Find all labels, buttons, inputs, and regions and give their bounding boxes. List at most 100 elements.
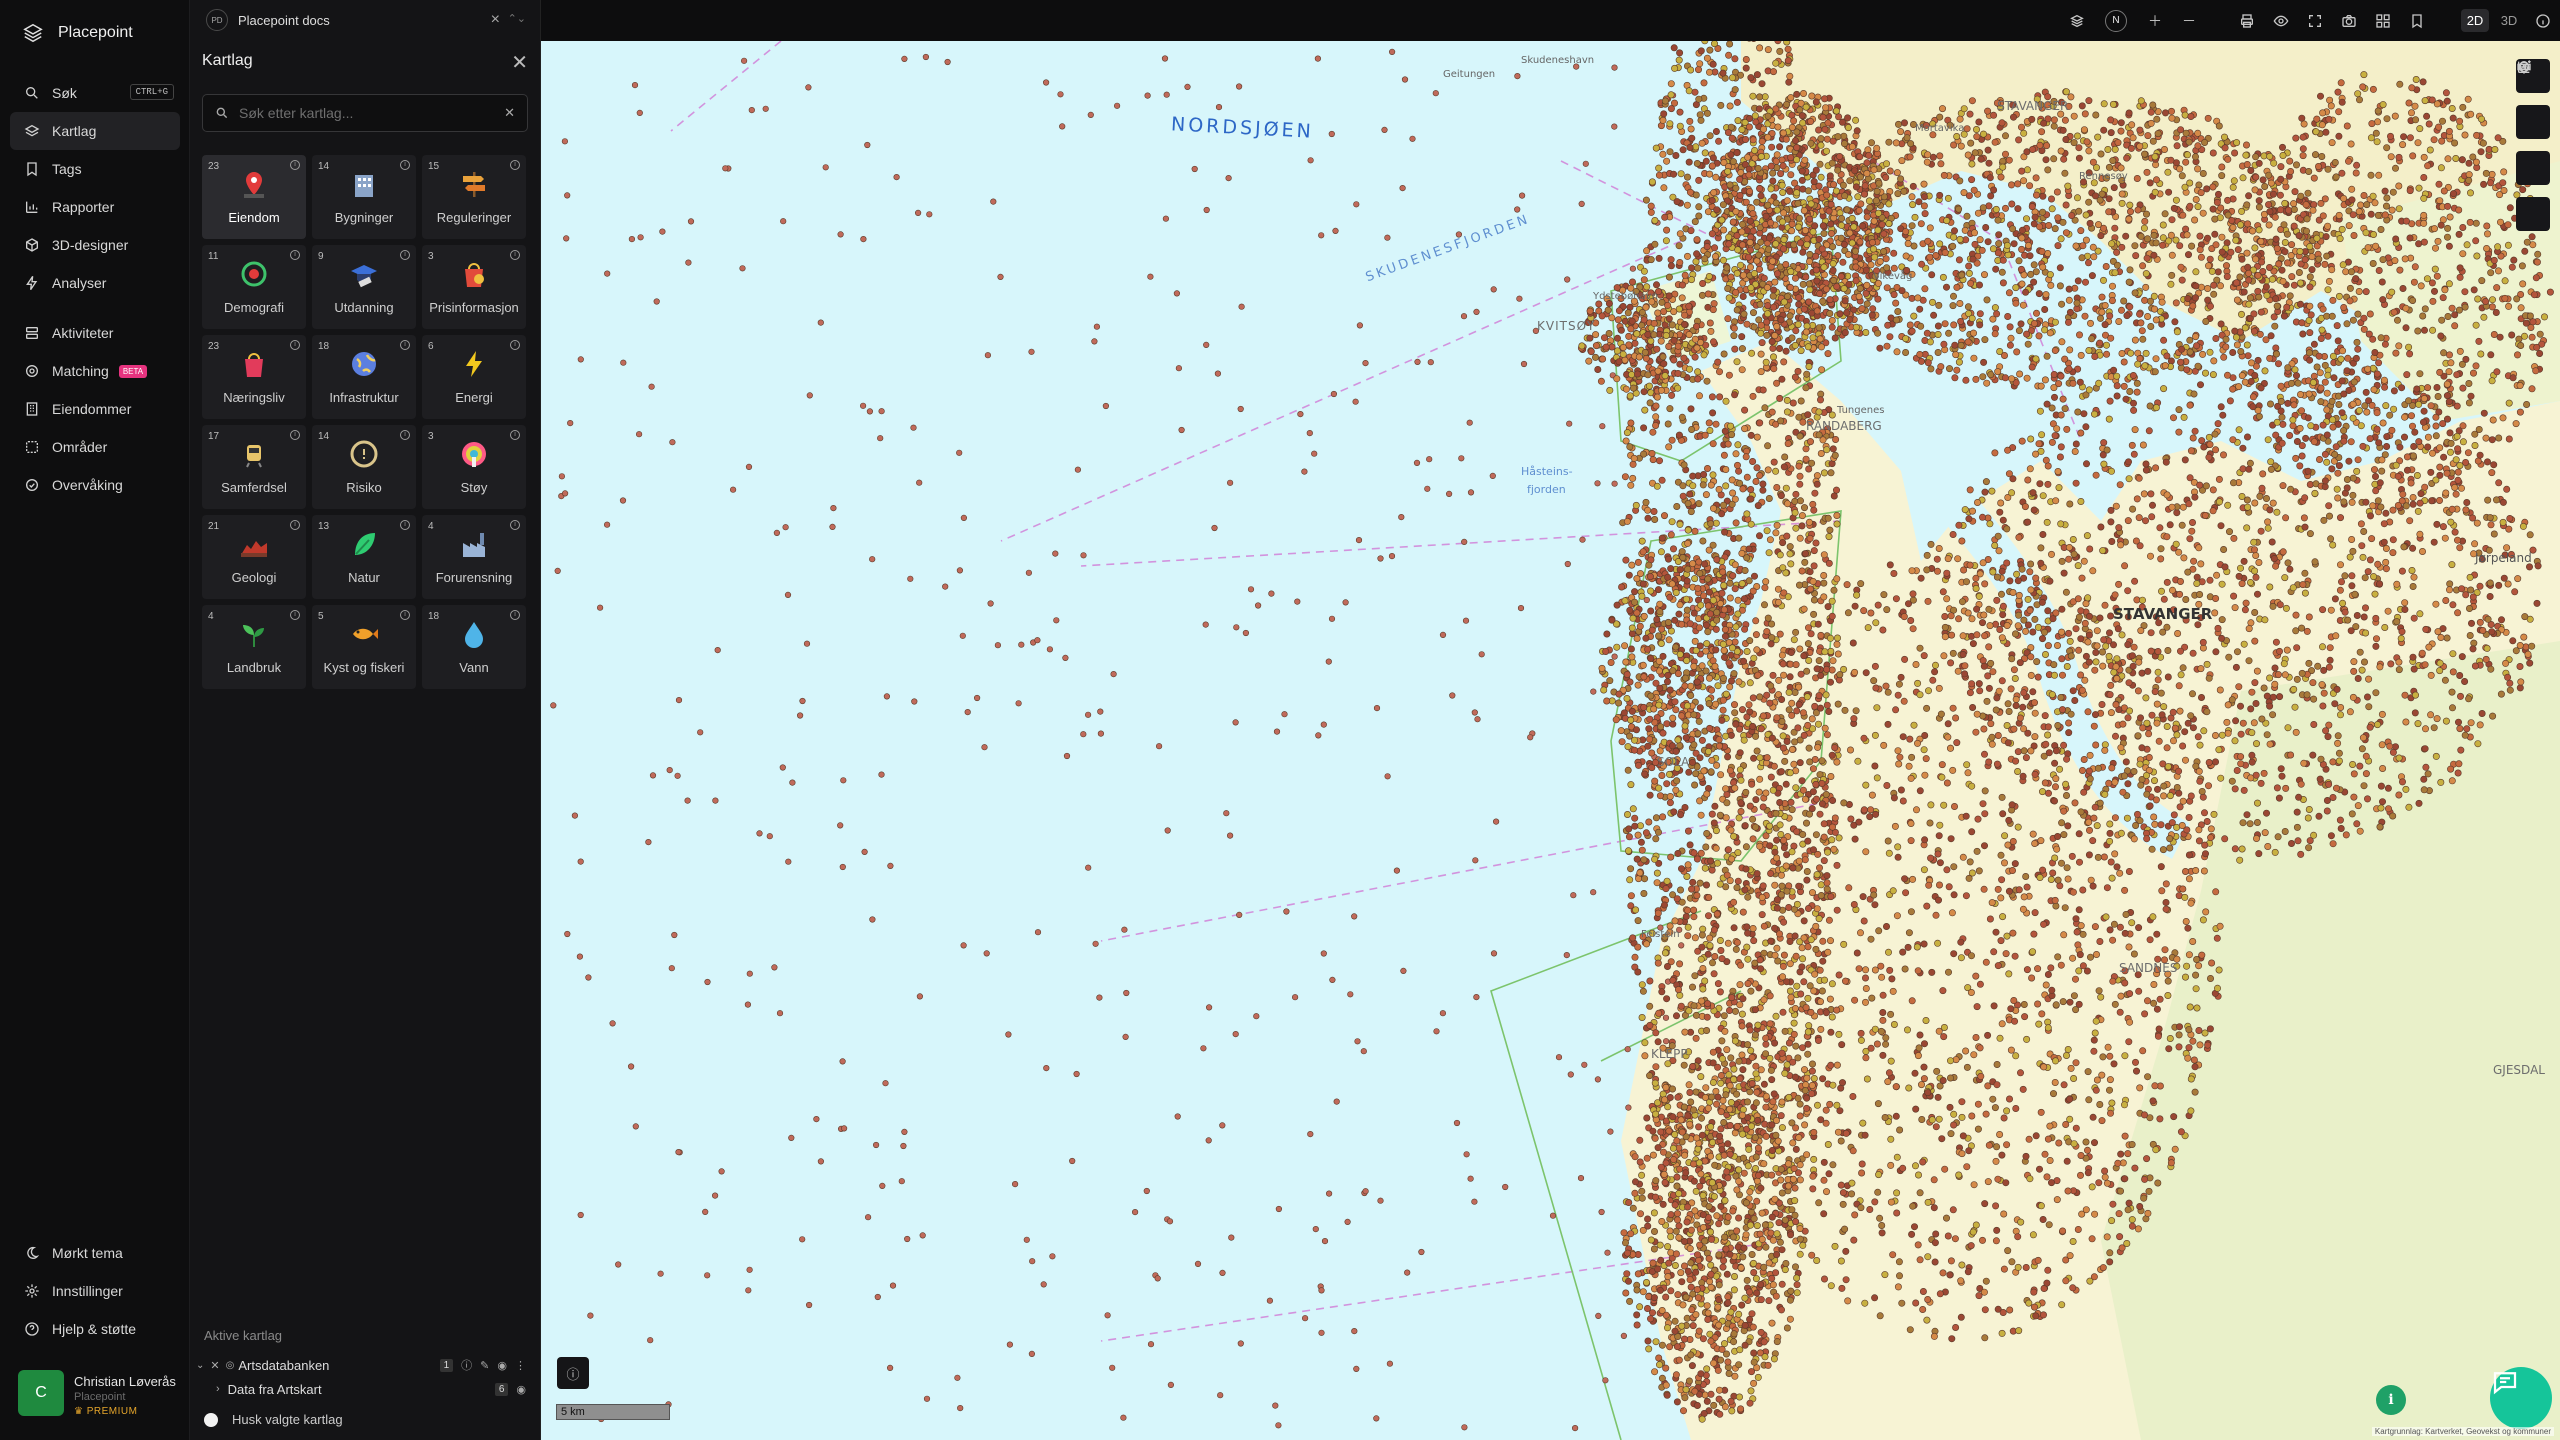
remember-layers-toggle[interactable]: Husk valgte kartlag bbox=[204, 1412, 343, 1427]
info-icon[interactable]: i bbox=[400, 520, 410, 530]
observation-point bbox=[1717, 1079, 1725, 1087]
eye-icon[interactable] bbox=[2264, 0, 2298, 41]
nav-item-label: Aktiviteter bbox=[52, 325, 114, 341]
observation-point bbox=[1708, 810, 1716, 818]
close-icon[interactable]: × bbox=[491, 11, 500, 29]
info-icon[interactable]: i bbox=[510, 340, 520, 350]
grid-icon[interactable] bbox=[2366, 0, 2400, 41]
info-icon[interactable]: i bbox=[290, 430, 300, 440]
nav-item-tags[interactable]: Tags bbox=[10, 150, 180, 188]
edit-icon[interactable]: ✎ bbox=[480, 1359, 489, 1372]
nav-item-omrader[interactable]: Områder bbox=[10, 428, 180, 466]
active-layer-row[interactable]: › Data fra Artskart 6 ◉ bbox=[194, 1378, 534, 1400]
mode-3d-button[interactable]: 3D bbox=[2492, 0, 2526, 41]
layer-tile-eiendom[interactable]: 23 i Eiendom bbox=[202, 155, 306, 239]
user-profile[interactable]: C Christian Løverås Placepoint ♛ PREMIUM bbox=[18, 1370, 176, 1417]
compass-button[interactable]: N bbox=[2094, 0, 2138, 41]
nav-item-sok[interactable]: Søk CTRL+G bbox=[10, 74, 180, 112]
info-icon[interactable]: i bbox=[290, 520, 300, 530]
observation-point bbox=[704, 1272, 711, 1279]
layer-tile-landbruk[interactable]: 4 i Landbruk bbox=[202, 605, 306, 689]
layer-tile-utdanning[interactable]: 9 i Utdanning bbox=[312, 245, 416, 329]
nav-item-matching[interactable]: Matching BETA bbox=[10, 352, 180, 390]
info-icon[interactable]: i bbox=[400, 340, 410, 350]
nav-item-3d-designer[interactable]: 3D-designer bbox=[10, 226, 180, 264]
observation-point bbox=[1778, 156, 1786, 164]
layer-tile-støy[interactable]: 3 i Støy bbox=[422, 425, 526, 509]
observation-point bbox=[1663, 226, 1671, 234]
nav-item-eiendommer[interactable]: Eiendommer bbox=[10, 390, 180, 428]
zoom-in-icon[interactable]: ＋ bbox=[2138, 0, 2172, 41]
eye-icon[interactable]: ◉ bbox=[497, 1359, 507, 1372]
observation-point bbox=[1624, 810, 1632, 818]
chevron-right-icon[interactable]: › bbox=[216, 1383, 220, 1395]
info-icon[interactable]: i bbox=[510, 160, 520, 170]
nav-item-kartlag[interactable]: Kartlag bbox=[10, 112, 180, 150]
clear-icon[interactable]: ✕ bbox=[504, 105, 515, 121]
info-icon[interactable]: i bbox=[510, 250, 520, 260]
observation-point bbox=[1825, 707, 1833, 715]
layer-search-input[interactable] bbox=[239, 105, 495, 121]
close-icon[interactable]: ✕ bbox=[511, 50, 528, 75]
nav-item-dark-theme[interactable]: Mørkt tema bbox=[10, 1234, 180, 1272]
layer-tile-samferdsel[interactable]: 17 i Samferdsel bbox=[202, 425, 306, 509]
layers-stack-icon[interactable] bbox=[2060, 0, 2094, 41]
layer-tile-kyst-og-fiskeri[interactable]: 5 i Kyst og fiskeri bbox=[312, 605, 416, 689]
info-icon[interactable]: i bbox=[290, 160, 300, 170]
observation-point bbox=[1432, 90, 1439, 97]
more-icon[interactable]: ⋮ bbox=[515, 1359, 526, 1372]
observation-point bbox=[647, 1337, 654, 1344]
camera-icon[interactable] bbox=[2332, 0, 2366, 41]
active-layer-row[interactable]: ⌄ ✕ ◎ Artsdatabanken 1 ⓘ ✎ ◉ ⋮ bbox=[194, 1354, 534, 1376]
layer-tile-infrastruktur[interactable]: 18 i Infrastruktur bbox=[312, 335, 416, 419]
nav-item-analyser[interactable]: Analyser bbox=[10, 264, 180, 302]
info-icon[interactable]: i bbox=[290, 610, 300, 620]
map-canvas[interactable]: NORDSJØEN SKUDENESFJORDEN KVITSØY STAVAN… bbox=[541, 41, 2560, 1440]
nav-item-rapporter[interactable]: Rapporter bbox=[10, 188, 180, 226]
print-icon[interactable] bbox=[2230, 0, 2264, 41]
info-icon[interactable]: i bbox=[510, 430, 520, 440]
remove-icon[interactable]: ✕ bbox=[210, 1359, 219, 1372]
layer-tile-vann[interactable]: 18 i Vann bbox=[422, 605, 526, 689]
info-icon[interactable] bbox=[2526, 0, 2560, 41]
workspace-selector[interactable]: PD Placepoint docs × ⌃⌄ bbox=[206, 8, 540, 32]
fullscreen-icon[interactable] bbox=[2298, 0, 2332, 41]
nav-item-help[interactable]: Hjelp & støtte bbox=[10, 1310, 180, 1348]
bookmark-icon[interactable] bbox=[2400, 0, 2434, 41]
info-icon[interactable]: i bbox=[290, 340, 300, 350]
layer-tile-geologi[interactable]: 21 i Geologi bbox=[202, 515, 306, 599]
chevron-down-icon[interactable]: ⌄ bbox=[196, 1360, 204, 1371]
info-icon[interactable]: ⓘ bbox=[461, 1357, 472, 1373]
layer-tile-reguleringer[interactable]: 15 i Reguleringer bbox=[422, 155, 526, 239]
info-icon[interactable]: i bbox=[400, 430, 410, 440]
layer-tile-energi[interactable]: 6 i Energi bbox=[422, 335, 526, 419]
observation-point bbox=[1758, 911, 1766, 919]
info-icon[interactable]: i bbox=[400, 610, 410, 620]
layer-tile-bygninger[interactable]: 14 i Bygninger bbox=[312, 155, 416, 239]
observation-point bbox=[1184, 83, 1191, 91]
nav-item-settings[interactable]: Innstillinger bbox=[10, 1272, 180, 1310]
info-icon[interactable]: i bbox=[510, 610, 520, 620]
toggle-radio[interactable] bbox=[204, 1412, 218, 1427]
nav-item-aktiviteter[interactable]: Aktiviteter bbox=[10, 314, 180, 352]
observation-point bbox=[1676, 230, 1684, 238]
chevron-updown-icon[interactable]: ⌃⌄ bbox=[508, 12, 526, 25]
layer-tile-næringsliv[interactable]: 23 i Næringsliv bbox=[202, 335, 306, 419]
layer-tile-risiko[interactable]: 14 i Risiko bbox=[312, 425, 416, 509]
layer-tile-natur[interactable]: 13 i Natur bbox=[312, 515, 416, 599]
zoom-out-icon[interactable]: － bbox=[2172, 0, 2206, 41]
info-icon[interactable]: i bbox=[290, 250, 300, 260]
layer-tile-forurensning[interactable]: 4 i Forurensning bbox=[422, 515, 526, 599]
observation-point bbox=[1219, 1122, 1226, 1129]
eye-icon[interactable]: ◉ bbox=[516, 1383, 526, 1396]
info-icon[interactable]: i bbox=[400, 160, 410, 170]
info-icon[interactable]: i bbox=[400, 250, 410, 260]
nav-item-overvaking[interactable]: Overvåking bbox=[10, 466, 180, 504]
pin-icon bbox=[244, 172, 264, 198]
observation-point bbox=[1934, 348, 1942, 356]
mode-2d-button[interactable]: 2D bbox=[2458, 0, 2492, 41]
layer-tile-demografi[interactable]: 11 i Demografi bbox=[202, 245, 306, 329]
info-icon[interactable]: i bbox=[510, 520, 520, 530]
layer-tile-prisinformasjon[interactable]: 3 i Prisinformasjon bbox=[422, 245, 526, 329]
brand[interactable]: Placepoint bbox=[22, 22, 133, 44]
